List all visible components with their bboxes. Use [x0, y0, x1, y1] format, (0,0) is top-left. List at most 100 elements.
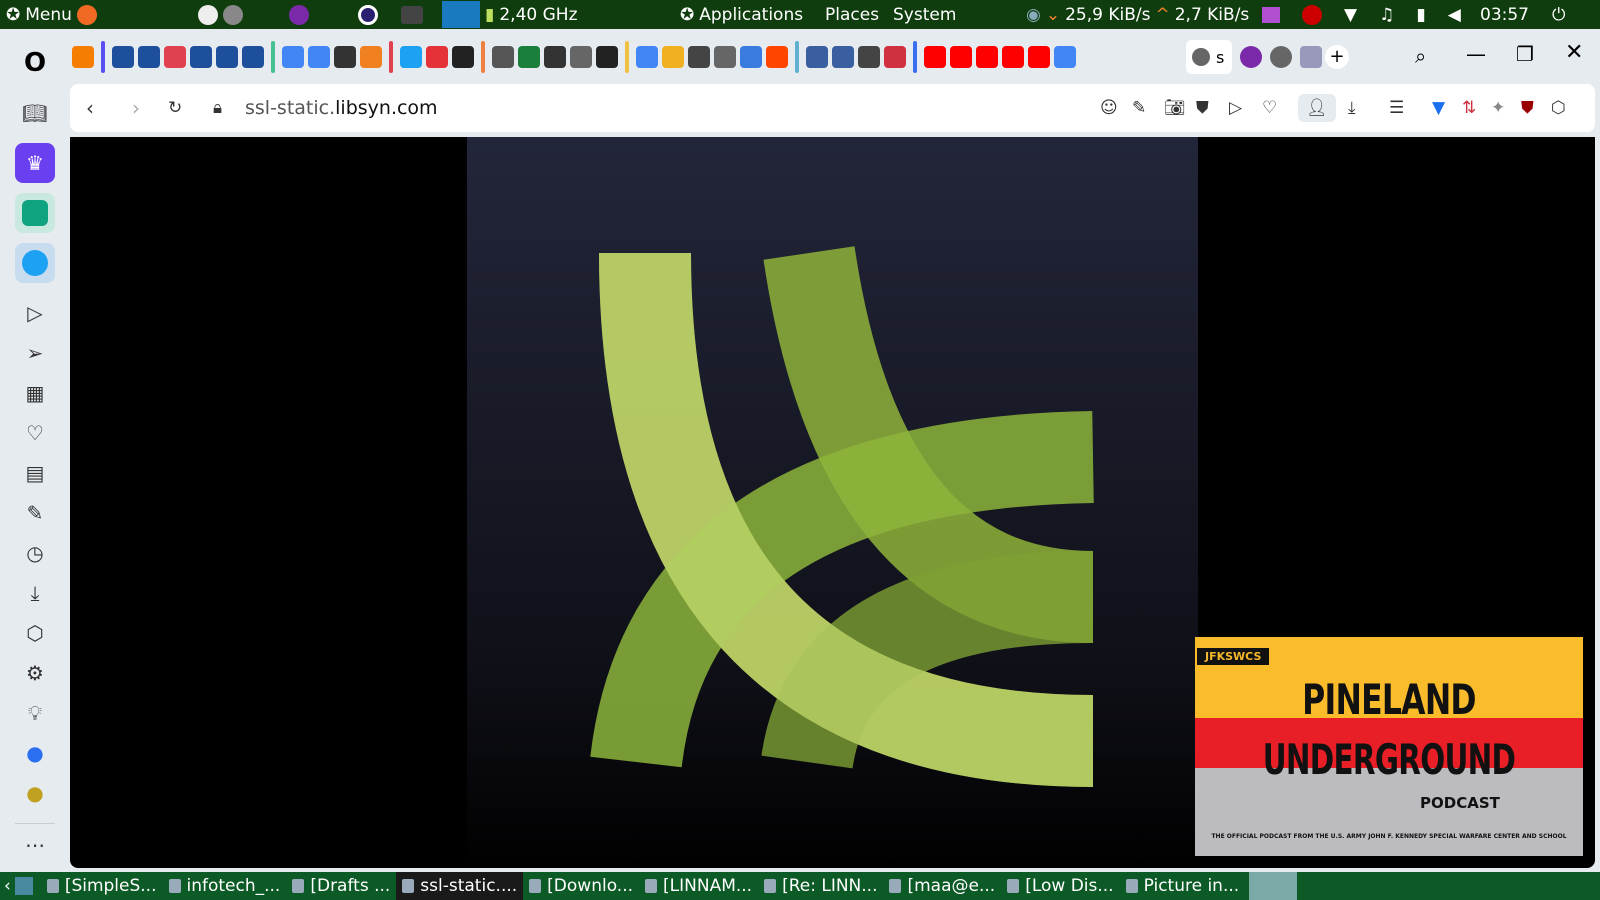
pip-taskbar-item[interactable]	[1249, 872, 1298, 900]
tab-icon[interactable]	[1300, 46, 1322, 68]
tab-group-indicator[interactable]	[101, 41, 105, 73]
power-icon[interactable]: ⏻	[1552, 0, 1565, 29]
youtube-icon[interactable]	[1028, 46, 1050, 68]
camera-icon[interactable]: 📷︎	[1164, 98, 1186, 118]
clock-icon[interactable]	[164, 46, 186, 68]
p-icon[interactable]	[492, 46, 514, 68]
twitter-icon[interactable]	[400, 46, 422, 68]
ring-icon[interactable]	[662, 46, 684, 68]
opera-logo-icon[interactable]: O	[15, 43, 55, 83]
news-icon[interactable]: ▤	[15, 453, 55, 493]
cube-icon[interactable]: ⬡	[1551, 98, 1566, 118]
google-icon[interactable]	[1054, 46, 1076, 68]
extension-icon[interactable]: ●	[15, 773, 55, 813]
wave-icon[interactable]	[242, 46, 264, 68]
download-icon[interactable]	[518, 46, 540, 68]
circle-icon[interactable]	[596, 46, 618, 68]
edit-icon[interactable]: ✎	[1132, 98, 1146, 118]
wikipedia-icon[interactable]	[688, 46, 710, 68]
twitter-icon[interactable]	[22, 250, 48, 276]
chatgpt-icon[interactable]	[22, 200, 48, 226]
crown-icon[interactable]: ♛	[15, 143, 55, 183]
taskbar-item[interactable]: [Re: LINN...	[758, 872, 883, 900]
taskbar-item[interactable]: ssl-static....	[396, 872, 524, 900]
font-icon[interactable]	[198, 4, 218, 25]
reload-button[interactable]: ↻	[168, 98, 182, 118]
puzzle-icon[interactable]: ✦	[1491, 98, 1505, 118]
active-tab[interactable]: s	[1186, 40, 1232, 74]
lock-icon[interactable]: 🔒︎	[213, 98, 222, 118]
youtube-icon[interactable]	[950, 46, 972, 68]
fox-icon[interactable]	[360, 46, 382, 68]
pm-icon[interactable]	[884, 46, 906, 68]
easy-setup-icon[interactable]: ☰	[1389, 98, 1404, 118]
record-icon[interactable]	[1302, 4, 1322, 25]
taskbar-item[interactable]: [Drafts ...	[286, 872, 396, 900]
taskbar-item[interactable]: [Downlo...	[523, 872, 639, 900]
new-tab-button[interactable]: +	[1325, 45, 1349, 69]
show-desktop-icon[interactable]	[14, 877, 33, 895]
google-icon[interactable]	[282, 46, 304, 68]
globe-icon[interactable]	[714, 46, 736, 68]
google-icon[interactable]	[636, 46, 658, 68]
tab-group-indicator[interactable]	[625, 41, 629, 73]
wave-icon[interactable]	[138, 46, 160, 68]
bell-icon[interactable]: ♫	[1379, 5, 1394, 25]
podcast-tab-icon[interactable]	[1240, 46, 1262, 68]
list-icon[interactable]	[832, 46, 854, 68]
grid-icon[interactable]	[570, 46, 592, 68]
wave-icon[interactable]	[216, 46, 238, 68]
emoji-icon[interactable]: ☺	[1100, 98, 1118, 118]
taskbar-item[interactable]: [maa@e...	[883, 872, 1001, 900]
download-icon[interactable]: ⤓	[1348, 98, 1356, 118]
minimize-button[interactable]: —	[1466, 42, 1486, 66]
taskbar-item[interactable]: [SimpleS...	[41, 872, 163, 900]
youtube-icon[interactable]	[924, 46, 946, 68]
clock[interactable]: 03:57	[1480, 0, 1529, 29]
bulb-icon[interactable]: 💡︎	[15, 693, 55, 733]
chevron-left-icon[interactable]: ‹	[0, 876, 15, 896]
tab-group-indicator[interactable]	[271, 41, 275, 73]
opera-icon[interactable]	[358, 4, 378, 25]
chat-icon[interactable]: ●	[15, 733, 55, 773]
museum-icon[interactable]	[334, 46, 356, 68]
places-menu[interactable]: Places	[825, 0, 879, 29]
tab-group-indicator[interactable]	[389, 41, 393, 73]
system-menu[interactable]: System	[893, 0, 956, 29]
museum-icon[interactable]	[544, 46, 566, 68]
applications-menu[interactable]: Applications	[699, 5, 803, 25]
script-icon[interactable]	[452, 46, 474, 68]
back-button[interactable]: ‹	[86, 96, 94, 120]
edit-icon[interactable]: ✎	[15, 493, 55, 533]
gears-icon[interactable]	[223, 4, 243, 25]
apps-icon[interactable]: ▦	[15, 373, 55, 413]
wikipedia-icon[interactable]	[858, 46, 880, 68]
settings-icon[interactable]: ⚙	[15, 653, 55, 693]
ebay-icon[interactable]	[426, 46, 448, 68]
wave-icon[interactable]	[190, 46, 212, 68]
more-icon[interactable]: ⋯	[15, 825, 55, 865]
taskbar-item[interactable]: infotech_...	[163, 872, 287, 900]
taskbar-item[interactable]: [Low Dis...	[1001, 872, 1119, 900]
terminal-icon[interactable]	[401, 5, 423, 24]
heart-icon[interactable]: ♡	[1262, 98, 1277, 118]
taskbar-item[interactable]: Picture in...	[1120, 872, 1246, 900]
youtube-icon[interactable]	[1002, 46, 1024, 68]
list-icon[interactable]	[806, 46, 828, 68]
network-icon[interactable]: ▼	[1344, 5, 1357, 25]
taskbar-item[interactable]: [LINNAM...	[639, 872, 758, 900]
picture-in-picture[interactable]: JFKSWCS PINELAND UNDERGROUND PODCAST THE…	[1195, 637, 1583, 856]
blogger-icon[interactable]	[72, 46, 94, 68]
wave-icon[interactable]	[112, 46, 134, 68]
firefox-icon[interactable]	[76, 4, 97, 25]
forward-button[interactable]: ›	[132, 96, 140, 120]
google-icon[interactable]	[308, 46, 330, 68]
book-icon[interactable]: 📖︎	[15, 93, 55, 133]
tab-group-indicator[interactable]	[795, 41, 799, 73]
download-icon[interactable]: ⤓	[15, 573, 55, 613]
extension-icon[interactable]: ▼	[1432, 98, 1445, 118]
cube-icon[interactable]: ⬡	[15, 613, 55, 653]
extension-icon[interactable]: ⇅	[1462, 98, 1476, 118]
audio-icon[interactable]	[1262, 6, 1280, 23]
send-icon[interactable]: ▷	[1229, 98, 1242, 118]
